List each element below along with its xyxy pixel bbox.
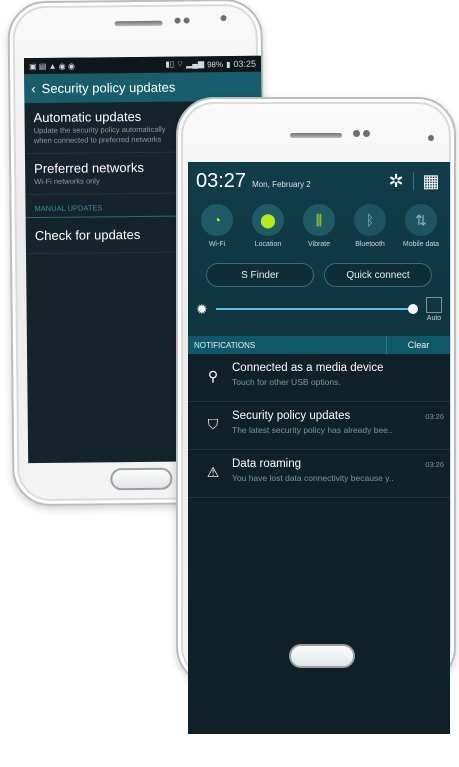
clock-date: Mon, February 2 xyxy=(252,179,311,189)
shortcut-buttons: S Finder Quick connect xyxy=(188,263,450,287)
wifi-icon: ◔ xyxy=(201,204,233,236)
front-camera xyxy=(174,17,181,24)
home-button[interactable] xyxy=(110,467,173,491)
panel-header: 03:27 Mon, February 2 ✲ ▦ xyxy=(188,162,450,200)
notification-item[interactable]: ⚲ Connected as a media device Touch for … xyxy=(188,354,450,402)
signal-icon: ▮▯ ⌔ ▂▄▆ xyxy=(165,59,205,69)
proximity-sensor xyxy=(220,15,227,22)
notification-icons: ▣ ▤ ▲ ◉ ◉ xyxy=(28,61,75,71)
brightness-icon: ✹ xyxy=(196,300,208,317)
toggle-wifi[interactable]: ◔ Wi-Fi xyxy=(194,204,240,257)
battery-label: 98% xyxy=(207,59,224,69)
page-title: Security policy updates xyxy=(41,79,176,96)
notification-title: Data roaming xyxy=(232,458,302,470)
mobile-data-icon: ⇅ xyxy=(405,204,437,236)
toggle-label: Mobile data xyxy=(402,241,440,248)
usb-icon: ⚲ xyxy=(207,368,219,384)
notification-text: Touch for other USB options. xyxy=(232,377,341,387)
home-button[interactable] xyxy=(289,644,355,668)
proximity-sensor xyxy=(428,135,434,141)
quick-toggles: ◔ Wi-Fi ⬤ Location ⫼ Vibrate ᛒ Bluetooth… xyxy=(188,200,450,257)
notifications-title: NOTIFICATIONS xyxy=(194,340,256,350)
notifications-header: NOTIFICATIONS Clear xyxy=(188,336,450,354)
toggle-mobile-data[interactable]: ⇅ Mobile data xyxy=(398,204,444,257)
divider xyxy=(413,172,414,190)
brightness-slider[interactable] xyxy=(215,304,418,314)
toggle-label: Location xyxy=(254,241,282,248)
grid-edit-icon[interactable]: ▦ xyxy=(420,171,442,192)
notification-item[interactable]: ⚠ Data roaming 03:26 You have lost data … xyxy=(188,450,450,498)
vibrate-icon: ⫼ xyxy=(303,204,335,236)
front-camera xyxy=(353,130,360,137)
back-arrow-icon[interactable]: ‹ xyxy=(31,81,36,96)
sensor xyxy=(183,17,190,24)
quick-settings-panel: 03:27 Mon, February 2 ✲ ▦ ◔ Wi-Fi ⬤ Loca… xyxy=(188,162,450,336)
notification-item[interactable]: ⛉ Security policy updates 03:26 The late… xyxy=(188,402,450,450)
notification-time: 03:26 xyxy=(425,460,444,469)
notification-title: Security policy updates xyxy=(232,410,351,422)
toggle-vibrate[interactable]: ⫼ Vibrate xyxy=(296,204,342,257)
auto-checkbox[interactable] xyxy=(426,296,442,313)
toggle-location[interactable]: ⬤ Location xyxy=(245,204,291,257)
auto-label: Auto xyxy=(426,314,442,322)
toggle-label: Vibrate xyxy=(307,241,331,248)
clear-button[interactable]: Clear xyxy=(386,336,450,354)
slider-knob[interactable] xyxy=(408,304,418,314)
battery-icon: ▮ xyxy=(226,59,231,69)
auto-brightness[interactable]: Auto xyxy=(426,296,442,322)
bluetooth-icon: ᛒ xyxy=(354,204,386,236)
toggle-label: Wi-Fi xyxy=(208,241,226,248)
brightness-control: ✹ Auto xyxy=(188,296,450,322)
notification-text: The latest security policy has already b… xyxy=(232,425,393,435)
earpiece-speaker xyxy=(290,133,342,138)
front-phone: 03:27 Mon, February 2 ✲ ▦ ◔ Wi-Fi ⬤ Loca… xyxy=(176,97,456,734)
sensor xyxy=(363,130,370,137)
status-time: 03:25 xyxy=(233,58,257,69)
notification-time: 03:26 xyxy=(425,412,444,421)
notification-title: Connected as a media device xyxy=(232,362,384,374)
toggle-bluetooth[interactable]: ᛒ Bluetooth xyxy=(347,204,393,257)
shield-icon: ⛉ xyxy=(207,416,219,432)
toggle-label: Bluetooth xyxy=(355,241,385,248)
notification-text: You have lost data connectivity because … xyxy=(232,473,394,483)
s-finder-button[interactable]: S Finder xyxy=(206,263,314,287)
earpiece-speaker xyxy=(114,20,163,27)
location-icon: ⬤ xyxy=(252,204,284,236)
clock-time: 03:27 xyxy=(196,169,247,192)
gear-icon[interactable]: ✲ xyxy=(385,171,407,192)
quick-connect-button[interactable]: Quick connect xyxy=(324,263,432,287)
warning-icon: ⚠ xyxy=(206,464,220,480)
